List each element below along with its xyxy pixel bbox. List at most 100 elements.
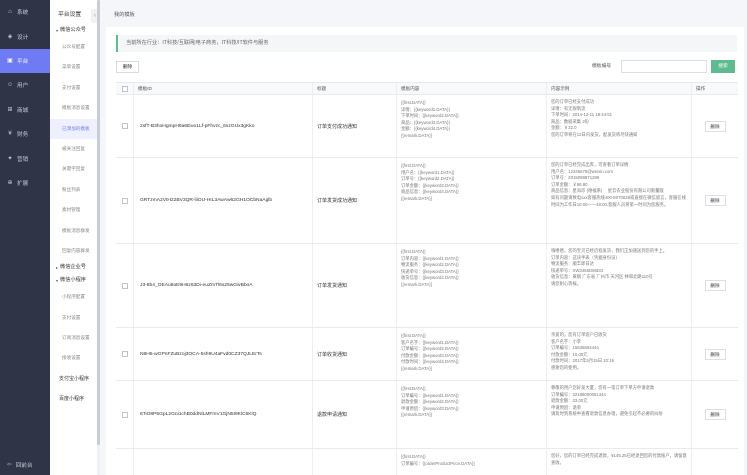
nav-item-label: 财务 <box>17 132 29 139</box>
col-header-title: 标题 <box>313 83 397 94</box>
row-delete-button[interactable]: 删除 <box>704 348 726 360</box>
template-table: 模板ID 标题 模板内容 内容示例 操作 2sfT-B3hoHgmpH9a6Ew… <box>116 82 738 475</box>
row-delete-button[interactable]: 删除 <box>704 409 726 420</box>
subnav-item[interactable]: 模板消息设置 <box>50 98 99 118</box>
nav-item-3[interactable]: ☺ 用户 <box>0 73 50 97</box>
subnav-item[interactable]: 公众号配置 <box>50 37 99 57</box>
row-action-cell: 删除 <box>692 244 738 327</box>
template-id <box>134 449 313 475</box>
template-id: 2sfT-B3hoHgmpH9a6Ewx1Lf-pFhvzc_6szGUx3gK… <box>134 95 313 157</box>
template-title <box>313 449 397 475</box>
template-number-input[interactable] <box>621 60 707 73</box>
subnav-scrollbar[interactable] <box>97 0 100 475</box>
subnav-item[interactable]: 支付宝小程序 <box>50 369 99 389</box>
app-root: ⌂ 系统 ◈ 设计 ▣ 平台 ☺ 用户 ⊞ 商城 ¥ 财务 ✦ 营销 ⊕ 扩展 ⇦ 回前台 平台设置 ‹ ▾ 微信公… <box>0 0 747 475</box>
nav-item-1[interactable]: ◈ 设计 <box>0 24 50 48</box>
subnav-item[interactable]: 支付设置 <box>50 78 99 98</box>
row-delete-button[interactable]: 删除 <box>704 120 726 132</box>
row-delete-button[interactable]: 删除 <box>704 280 726 291</box>
group-work-wechat[interactable]: ▸ 微信企业号 <box>50 261 99 274</box>
nav-item-label: 用户 <box>17 83 29 90</box>
template-example: 您的订单已经完成出库，可查看订单详情 用户名：12345678@weixin.c… <box>547 158 692 243</box>
row-checkbox[interactable] <box>121 411 128 418</box>
nav-item-7[interactable]: ⊕ 扩展 <box>0 171 50 195</box>
template-title: 订单支付成功通知 <box>313 95 397 157</box>
template-content: {{first.DATA}} 订单编号：{{orderProductPrice.… <box>397 449 547 475</box>
back-label: 回前台 <box>15 463 33 469</box>
subnav-item[interactable]: 粉丝列表 <box>50 180 99 200</box>
row-action-cell: 删除 <box>692 95 738 157</box>
design-icon: ◈ <box>7 33 13 40</box>
template-id: 6TiO8P6GpL2Gni1chB0ddNlLMFmV1GjN5I9KlC5K… <box>134 381 313 448</box>
template-content: {{first.DATA}} 订单编号：{{keyword1.DATA}} 退款… <box>397 381 547 448</box>
row-select-cell <box>116 449 134 475</box>
template-title: 退款申请通知 <box>313 381 397 448</box>
template-content: {{first.DATA}} 客户名字：{{keyword1.DATA}} 订单… <box>397 328 547 380</box>
template-id: GRTzmA2VtH22BV3QR-liiOU-HIL3AwAw62GH1OCb… <box>134 158 313 243</box>
template-title: 订单发货通知 <box>313 244 397 327</box>
row-action-cell: 删除 <box>692 381 738 448</box>
group-wechat[interactable]: ▾ 微信公众号 <box>50 24 99 37</box>
nav-item-label: 设计 <box>17 34 29 41</box>
col-header-example: 内容示例 <box>547 83 692 94</box>
nav-item-label: 平台 <box>17 58 29 65</box>
template-example: 嗨喽爸，您的宝贝已经启程发货，我们正加速送到您的手上。 订单内容：这块手表（凭据… <box>547 244 692 327</box>
exit-icon: ⇦ <box>7 462 12 468</box>
col-header-content: 模板内容 <box>397 83 547 94</box>
content-panel: 当前所在行业：IT科技/互联网|电子商务，IT科技/IT软件与服务 删除 模板编… <box>106 27 744 475</box>
subnav-item[interactable]: 关键字回复 <box>50 159 99 179</box>
subnav-item[interactable]: 接收设置 <box>50 348 99 368</box>
subnav-item[interactable]: 小程序配置 <box>50 287 99 307</box>
nav-item-0[interactable]: ⌂ 系统 <box>0 0 50 24</box>
row-select-cell <box>116 158 134 243</box>
nav-item-5[interactable]: ¥ 财务 <box>0 122 50 146</box>
template-content: {{first.DATA}} 详情：{{keyword1.DATA}} 下单时间… <box>397 95 547 157</box>
nav-item-2[interactable]: ▣ 平台 <box>0 48 50 74</box>
row-checkbox[interactable] <box>121 351 128 357</box>
template-example: 您好，您的订单已经完成退款，¥145.25已经退回您的付款账户，请留意查收。 <box>547 449 692 475</box>
template-example: 尊敬的用户您好发大厦，您有一笔订单下单方申请退款 订单编号：3218600006… <box>547 381 692 448</box>
subnav-item[interactable]: 订阅消息设置 <box>50 328 99 348</box>
template-title: 订单发货成功通知 <box>313 158 397 243</box>
table-row: N8H5-wGPnFZuBzoj3OCA-5sh9U4aFvd0CZ37QJLE… <box>116 328 738 381</box>
col-header-action: 操作 <box>696 86 706 91</box>
table-row: GRTzmA2VtH22BV3QR-liiOU-HIL3AwAw62GH1OCb… <box>116 158 738 244</box>
secondary-nav: 平台设置 ‹ ▾ 微信公众号 公众号配置 菜单设置 支付设置 模板消息设置 已添加的模板被… <box>50 0 100 475</box>
search-button[interactable]: 搜索 <box>711 60 735 73</box>
group-wechat-label: 微信公众号 <box>60 27 86 33</box>
nav-item-6[interactable]: ✦ 营销 <box>0 146 50 170</box>
select-all-checkbox[interactable] <box>121 85 128 92</box>
delete-button[interactable]: 删除 <box>116 61 139 73</box>
subnav-item[interactable]: 素材管理 <box>50 200 99 220</box>
nav-item-label: 系统 <box>17 10 29 17</box>
table-row: {{first.DATA}} 订单编号：{{orderProductPrice.… <box>116 449 738 475</box>
template-example: 亲爱的，您有订单客户已收货 客户名字：小李 订单编号：15635864444 付… <box>547 328 692 380</box>
row-delete-button[interactable]: 删除 <box>704 195 726 206</box>
scrollbar-thumb[interactable] <box>97 0 100 445</box>
subnav-item[interactable]: 已添加的模板 <box>50 118 99 139</box>
table-row: J3-8b4_OEAu8oE9H6z63Di-euZmTl6s25wGwBboA… <box>116 244 738 328</box>
group-mini-program[interactable]: ▾ 微信小程序 <box>50 274 99 287</box>
row-checkbox[interactable] <box>121 123 128 129</box>
subnav-item[interactable]: 百度小程序 <box>50 389 99 409</box>
template-title: 订单收货通知 <box>313 328 397 380</box>
nav-item-label: 商城 <box>17 107 29 114</box>
main-nav: ⌂ 系统 ◈ 设计 ▣ 平台 ☺ 用户 ⊞ 商城 ¥ 财务 ✦ 营销 ⊕ 扩展 ⇦ 回前台 <box>0 0 50 475</box>
subnav-item[interactable]: 被关注回复 <box>50 139 99 159</box>
row-select-cell <box>116 328 134 380</box>
table-row: 6TiO8P6GpL2Gni1chB0ddNlLMFmV1GjN5I9KlC5K… <box>116 381 738 449</box>
shop-icon: ⊞ <box>7 106 13 113</box>
nav-item-4[interactable]: ⊞ 商城 <box>0 98 50 122</box>
subnav-item[interactable]: 支付设置 <box>50 308 99 328</box>
subnav-item[interactable]: 模板消息群发 <box>50 221 99 241</box>
home-icon: ⌂ <box>8 9 12 16</box>
search-label: 模板编号 <box>592 64 612 69</box>
row-checkbox[interactable] <box>121 197 128 204</box>
row-checkbox[interactable] <box>121 282 128 289</box>
marketing-icon: ✦ <box>7 155 13 162</box>
group-work-label: 微信企业号 <box>60 264 86 271</box>
select-all-cell <box>116 83 134 94</box>
subnav-item[interactable]: 菜单设置 <box>50 57 99 77</box>
subnav-item[interactable]: 回复内容群发 <box>50 241 99 261</box>
back-to-frontend-link[interactable]: ⇦ 回前台 <box>0 461 50 469</box>
